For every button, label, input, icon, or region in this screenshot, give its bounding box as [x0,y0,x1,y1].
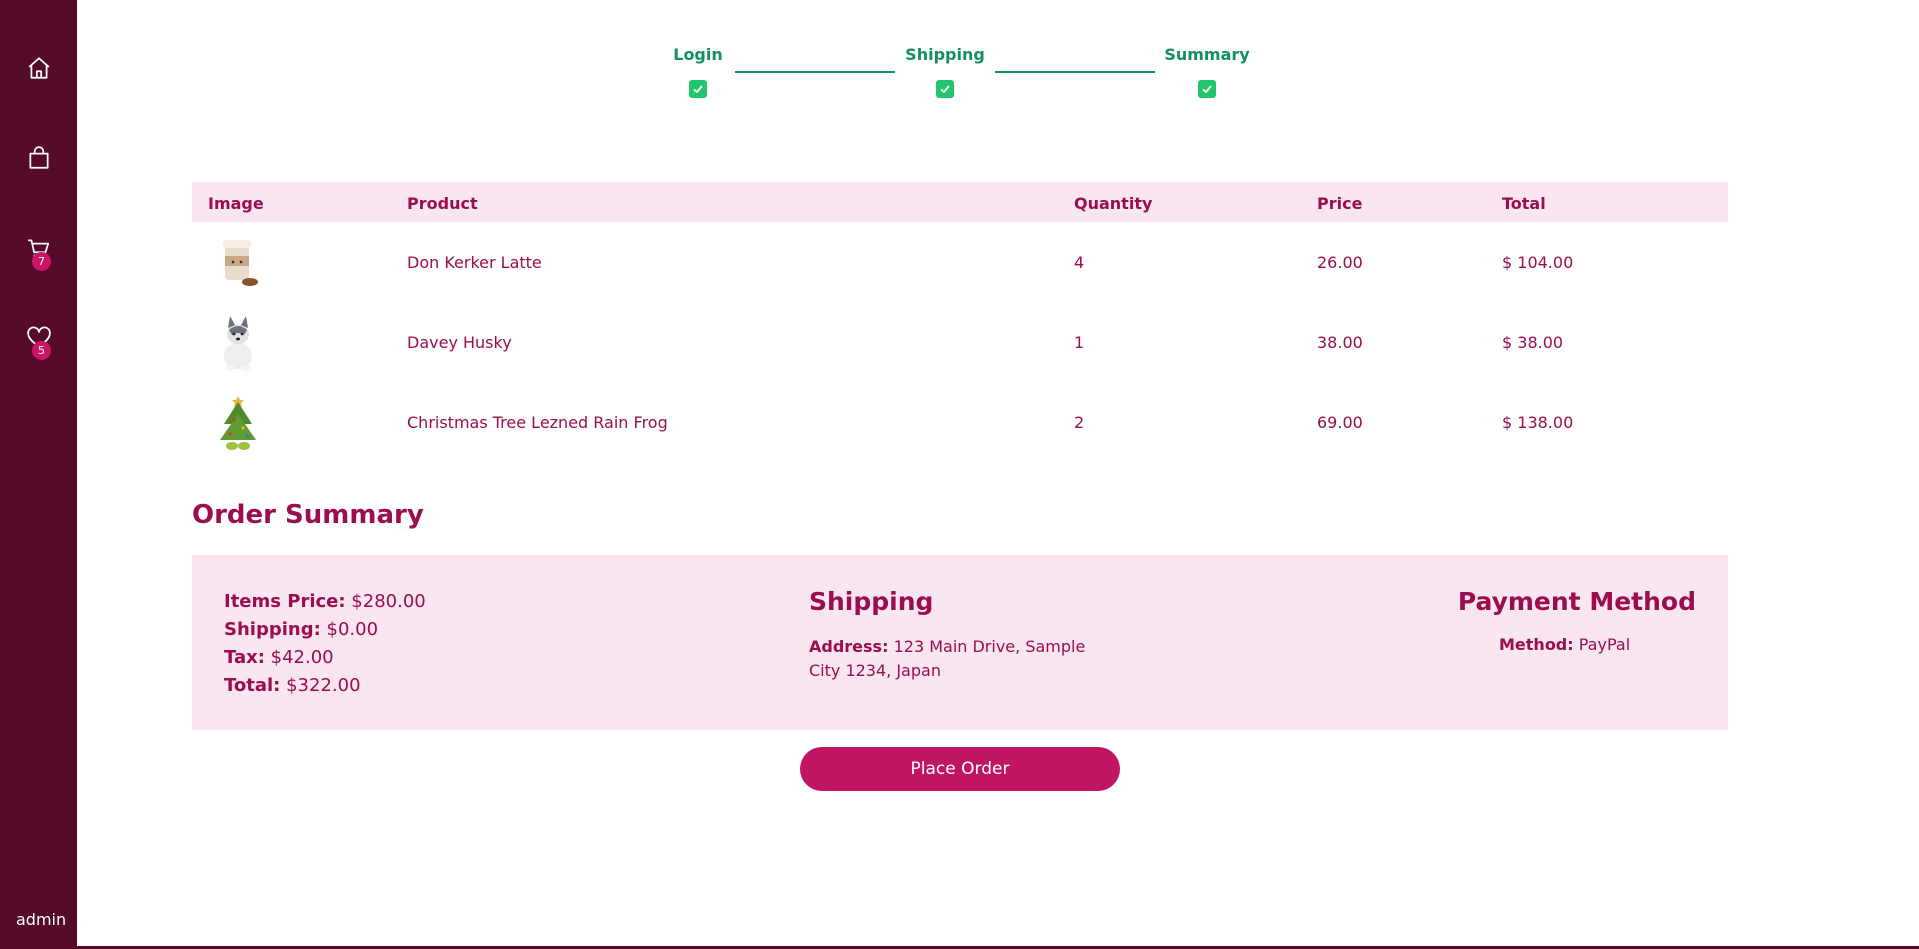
nav-cart[interactable]: 7 [0,225,77,273]
payment-method-line: Method: PayPal [1499,635,1630,654]
method-value: PayPal [1578,635,1631,654]
table-header: Image Product Quantity Price Total [192,182,1728,222]
shipping-cost-value: $0.00 [326,619,379,640]
order-summary-panel: Items Price: $280.00 Shipping: $0.00 Tax… [192,555,1728,730]
order-summary-title: Order Summary [192,500,424,530]
product-image-husky [224,316,252,371]
tax-value: $42.00 [270,647,334,668]
shopping-bag-icon [28,146,49,169]
product-quantity: 2 [1074,412,1085,432]
method-label: Method: [1499,635,1574,654]
cart-count-badge: 7 [32,252,51,271]
step-shipping-checkbox [936,80,954,98]
table-row: Christmas Tree Lezned Rain Frog 2 69.00 … [192,382,1728,462]
product-image-latte [223,240,258,286]
product-quantity: 4 [1074,252,1085,272]
sidebar: 7 5 admin [0,0,77,949]
shipping-cost-label: Shipping: [224,619,321,640]
product-name[interactable]: Don Kerker Latte [407,222,542,302]
total-value: $322.00 [286,675,361,696]
column-header-image: Image [208,194,264,213]
table-row: Don Kerker Latte 4 26.00 $ 104.00 [192,222,1728,302]
address-label: Address: [809,637,889,656]
step-login-checkbox [689,80,707,98]
column-header-total: Total [1502,194,1546,213]
column-header-quantity: Quantity [1074,194,1153,213]
payment-method-title: Payment Method [1457,587,1696,616]
product-total: $ 38.00 [1502,332,1564,352]
shipping-address: Address: 123 Main Drive, Sample City 123… [809,635,1099,683]
user-name[interactable]: admin [16,910,66,929]
check-icon [693,85,703,94]
nav-home[interactable] [0,44,77,92]
step-summary-checkbox [1198,80,1216,98]
items-price-label: Items Price: [224,591,346,612]
place-order-button[interactable]: Place Order [800,747,1120,791]
product-image-christmas-tree-frog [220,396,256,450]
items-price-line: Items Price: $280.00 [224,591,426,612]
step-shipping-label[interactable]: Shipping [905,45,985,64]
product-name[interactable]: Christmas Tree Lezned Rain Frog [407,382,668,462]
product-price: 38.00 [1317,332,1363,352]
nav-shop[interactable] [0,134,77,182]
product-quantity: 1 [1074,332,1085,352]
tax-label: Tax: [224,647,265,668]
column-header-price: Price [1317,194,1363,213]
step-login-label[interactable]: Login [673,45,723,64]
nav-favorites[interactable]: 5 [0,314,77,362]
step-connector [995,71,1155,73]
home-icon [28,57,49,79]
step-connector [735,71,895,73]
check-icon [1202,85,1212,94]
table-row: Davey Husky 1 38.00 $ 38.00 [192,302,1728,382]
product-name[interactable]: Davey Husky [407,302,512,382]
product-total: $ 138.00 [1502,412,1574,432]
product-total: $ 104.00 [1502,252,1574,272]
favorites-count-badge: 5 [32,341,51,360]
shipping-section-title: Shipping [809,587,934,616]
total-line: Total: $322.00 [224,675,361,696]
shipping-cost-line: Shipping: $0.00 [224,619,378,640]
step-summary-label[interactable]: Summary [1164,45,1249,64]
tax-line: Tax: $42.00 [224,647,334,668]
product-price: 69.00 [1317,412,1363,432]
check-icon [940,85,950,94]
items-price-value: $280.00 [351,591,426,612]
column-header-product: Product [407,194,478,213]
product-price: 26.00 [1317,252,1363,272]
total-label: Total: [224,675,281,696]
